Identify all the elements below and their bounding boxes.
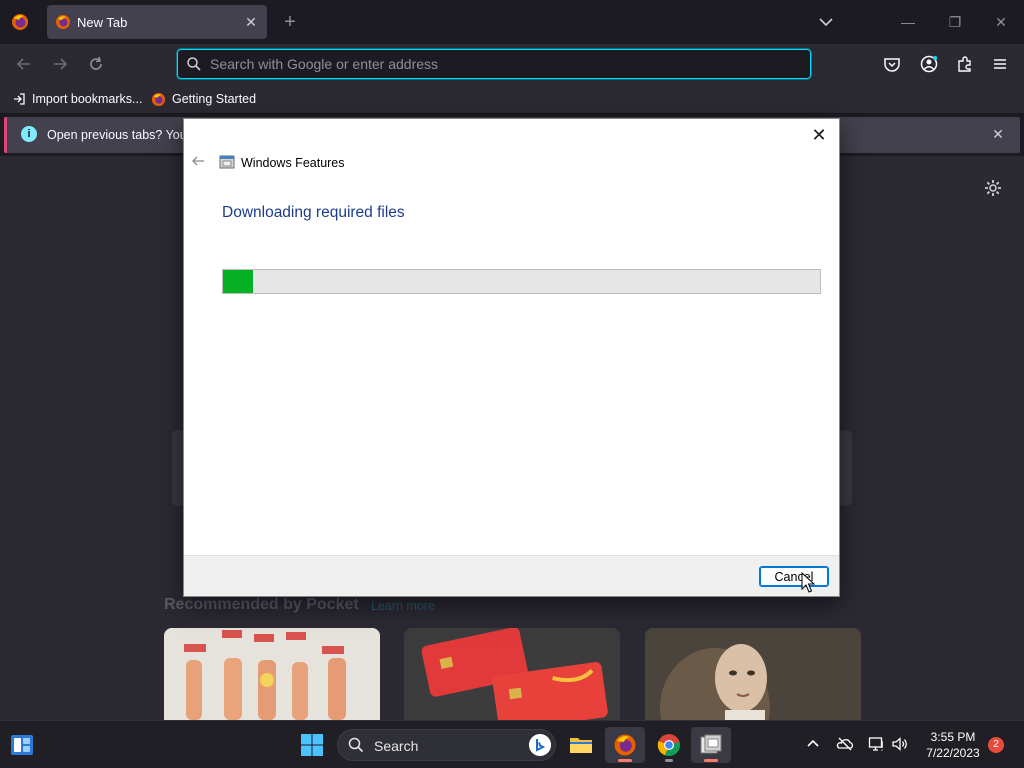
address-input[interactable] — [210, 54, 800, 74]
forward-arrow-icon[interactable] — [50, 54, 70, 74]
pocket-card-credit-cards[interactable] — [404, 628, 620, 720]
clock-date: 7/22/2023 — [926, 746, 980, 760]
windows-features-dialog: ✕ Windows Features Downloading required … — [183, 118, 840, 597]
onedrive-icon[interactable] — [836, 735, 854, 753]
pocket-card-salmon[interactable] — [164, 628, 380, 720]
bookmark-label: Getting Started — [172, 92, 257, 106]
mouse-cursor-icon — [801, 572, 815, 593]
bing-icon[interactable] — [529, 734, 551, 756]
firefox-icon — [151, 92, 166, 106]
info-icon: i — [21, 126, 37, 142]
taskbar-search-box[interactable]: Search — [337, 729, 556, 761]
pocket-learn-more-link[interactable]: Learn more — [371, 599, 435, 613]
import-icon — [14, 93, 25, 105]
running-indicator — [704, 759, 718, 762]
bookmark-getting-started[interactable]: Getting Started — [151, 90, 256, 108]
search-icon — [187, 57, 201, 71]
notification-count-badge[interactable]: 2 — [988, 737, 1004, 753]
salmon-photo — [164, 628, 380, 720]
bookmarks-toolbar: Import bookmarks... Getting Started — [0, 84, 1024, 114]
progress-fill — [223, 270, 253, 293]
notification-close-icon[interactable]: ✕ — [990, 126, 1006, 142]
volume-icon[interactable] — [891, 735, 909, 753]
bookmark-label: Import bookmarks... — [32, 92, 143, 106]
navigation-toolbar — [0, 44, 1024, 84]
minimize-button[interactable]: — — [898, 12, 918, 32]
windows-taskbar: Search 3:55 PM 7/22/2023 2 — [0, 720, 1024, 768]
download-progress-bar — [222, 269, 821, 294]
tab-title: New Tab — [77, 15, 128, 30]
start-button[interactable] — [292, 727, 332, 763]
dialog-app-title: Windows Features — [241, 156, 345, 170]
tab-close-icon[interactable]: ✕ — [243, 14, 259, 30]
running-indicator — [618, 759, 632, 762]
search-icon — [348, 737, 364, 753]
shortcut-card-edge — [838, 430, 852, 506]
taskbar-file-explorer[interactable] — [561, 727, 601, 763]
notification-text: Open previous tabs? You c — [47, 128, 197, 142]
taskbar-search-label: Search — [374, 738, 419, 754]
back-arrow-icon[interactable] — [14, 54, 34, 74]
system-clock[interactable]: 3:55 PM 7/22/2023 — [918, 729, 988, 761]
network-icon[interactable] — [868, 735, 886, 753]
new-tab-button[interactable]: + — [280, 10, 300, 34]
windows-features-icon — [219, 155, 235, 169]
gear-icon[interactable] — [983, 178, 1003, 198]
dialog-close-button[interactable]: ✕ — [807, 123, 831, 147]
portrait-photo — [645, 628, 861, 720]
back-arrow-icon[interactable] — [190, 153, 206, 169]
folder-icon — [570, 738, 592, 753]
windows-logo-icon — [301, 734, 323, 756]
chevron-down-icon[interactable] — [816, 12, 836, 32]
chevron-up-icon[interactable] — [804, 735, 822, 753]
tab-new-tab[interactable]: New Tab ✕ — [47, 5, 267, 39]
pocket-heading: Recommended by Pocket — [164, 596, 359, 613]
firefox-menu-icon[interactable] — [10, 12, 30, 32]
hamburger-menu-icon[interactable] — [990, 54, 1010, 74]
account-icon[interactable] — [919, 54, 939, 74]
taskbar-firefox[interactable] — [605, 727, 645, 763]
window-close-button[interactable]: ✕ — [991, 12, 1011, 32]
browser-titlebar: New Tab ✕ + — ❐ ✕ — [0, 0, 1024, 44]
dialog-footer: Cancel — [184, 555, 839, 596]
firefox-icon — [56, 15, 70, 29]
bookmark-import[interactable]: Import bookmarks... — [12, 90, 142, 108]
pocket-card-portrait[interactable] — [645, 628, 861, 720]
firefox-icon — [614, 734, 636, 756]
taskbar-windows-features[interactable] — [691, 727, 731, 763]
reload-icon[interactable] — [86, 54, 106, 74]
widgets-icon[interactable] — [10, 733, 34, 757]
taskbar-chrome[interactable] — [649, 727, 689, 763]
clock-time: 3:55 PM — [930, 730, 976, 744]
chrome-icon — [657, 734, 680, 757]
address-bar[interactable] — [176, 48, 812, 80]
cancel-button[interactable]: Cancel — [759, 566, 829, 587]
windows-features-icon — [700, 734, 722, 754]
credit-cards-photo — [404, 628, 620, 720]
pocket-icon[interactable] — [882, 54, 902, 74]
restore-button[interactable]: ❐ — [945, 12, 965, 32]
extensions-icon[interactable] — [955, 54, 975, 74]
dialog-heading: Downloading required files — [222, 204, 405, 221]
running-indicator — [665, 759, 673, 762]
